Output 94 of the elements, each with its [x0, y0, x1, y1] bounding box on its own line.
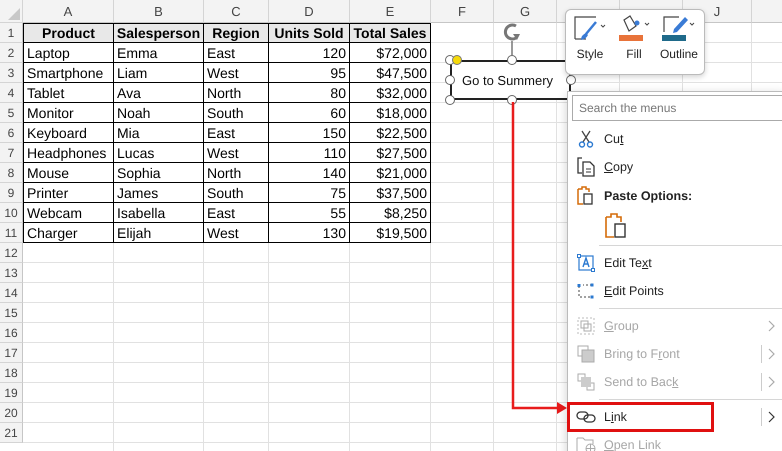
table-cell: 55 [269, 203, 350, 223]
column-heading-cell: Salesperson [114, 23, 204, 43]
table-cell: Isabella [114, 203, 204, 223]
row-header[interactable]: 13 [0, 263, 23, 283]
row-header[interactable]: 18 [0, 363, 23, 383]
row-header[interactable]: 6 [0, 123, 23, 143]
column-heading-cell: Units Sold [269, 23, 350, 43]
text-box-shape[interactable]: Go to Summery [450, 60, 571, 100]
table-cell: $27,500 [350, 143, 431, 163]
table-cell: Lucas [114, 143, 204, 163]
table-cell: $19,500 [350, 223, 431, 243]
menu-item[interactable]: Edit Text [568, 249, 782, 277]
menu-item[interactable]: Link [568, 403, 782, 431]
column-heading-cell: Region [204, 23, 269, 43]
table-cell: Mouse [23, 163, 114, 183]
row-header[interactable]: 19 [0, 383, 23, 403]
table-cell: Mia [114, 123, 204, 143]
table-cell: Printer [23, 183, 114, 203]
table-cell: $32,000 [350, 83, 431, 103]
row-header[interactable]: 11 [0, 223, 23, 243]
table-cell: North [204, 83, 269, 103]
row-header[interactable]: 20 [0, 403, 23, 423]
table-cell: Sophia [114, 163, 204, 183]
table-cell: Tablet [23, 83, 114, 103]
column-header[interactable]: G [494, 0, 557, 23]
column-heading-cell: Product [23, 23, 114, 43]
table-cell: 140 [269, 163, 350, 183]
table-cell: Ava [114, 83, 204, 103]
style-button[interactable]: Style [570, 14, 610, 70]
table-cell: Emma [114, 43, 204, 63]
table-cell: 60 [269, 103, 350, 123]
table-cell: Charger [23, 223, 114, 243]
table-cell: South [204, 183, 269, 203]
table-cell: East [204, 43, 269, 63]
table-cell: $72,000 [350, 43, 431, 63]
menu-item[interactable]: Edit Points [568, 277, 782, 305]
table-cell: West [204, 143, 269, 163]
column-header[interactable]: A [23, 0, 114, 23]
row-header[interactable]: 4 [0, 83, 23, 103]
row-header[interactable]: 2 [0, 43, 23, 63]
row-header[interactable]: 15 [0, 303, 23, 323]
table-cell: Liam [114, 63, 204, 83]
column-header[interactable]: C [204, 0, 269, 23]
table-cell: $47,500 [350, 63, 431, 83]
table-cell: West [204, 63, 269, 83]
table-cell: 95 [269, 63, 350, 83]
column-header[interactable]: B [114, 0, 204, 23]
table-cell: $37,500 [350, 183, 431, 203]
table-cell: Monitor [23, 103, 114, 123]
table-cell: Keyboard [23, 123, 114, 143]
section-heading: Paste Options: [604, 188, 692, 202]
table-cell: Elijah [114, 223, 204, 243]
row-header[interactable]: 16 [0, 323, 23, 343]
row-header[interactable]: 1 [0, 23, 23, 43]
table-cell: West [204, 223, 269, 243]
menu-item[interactable]: Copy [568, 153, 782, 181]
row-header[interactable]: 12 [0, 243, 23, 263]
table-cell: Headphones [23, 143, 114, 163]
column-header[interactable]: E [350, 0, 431, 23]
table-cell: $21,000 [350, 163, 431, 183]
table-cell: South [204, 103, 269, 123]
row-header[interactable]: 21 [0, 423, 23, 443]
table-cell: Smartphone [23, 63, 114, 83]
row-header[interactable]: 5 [0, 103, 23, 123]
column-heading-cell: Total Sales [350, 23, 431, 43]
column-header[interactable]: D [269, 0, 350, 23]
table-cell: 110 [269, 143, 350, 163]
row-header[interactable]: 14 [0, 283, 23, 303]
table-cell: East [204, 203, 269, 223]
table-cell: 120 [269, 43, 350, 63]
column-header[interactable]: F [431, 0, 494, 23]
row-header[interactable]: 9 [0, 183, 23, 203]
table-cell: Webcam [23, 203, 114, 223]
table-cell: 80 [269, 83, 350, 103]
table-cell: $18,000 [350, 103, 431, 123]
row-header[interactable]: 17 [0, 343, 23, 363]
table-cell: Noah [114, 103, 204, 123]
table-cell: $8,250 [350, 203, 431, 223]
shape-text: Go to Summery [462, 72, 554, 88]
row-header[interactable]: 8 [0, 163, 23, 183]
row-header[interactable]: 3 [0, 63, 23, 83]
table-cell: James [114, 183, 204, 203]
table-cell: 75 [269, 183, 350, 203]
menu-item[interactable]: Cut [568, 125, 782, 153]
row-header[interactable]: 10 [0, 203, 23, 223]
table-cell: $22,500 [350, 123, 431, 143]
search-field[interactable]: Search the menus [572, 95, 782, 121]
table-cell: East [204, 123, 269, 143]
fill-button[interactable]: Fill [614, 14, 654, 70]
table-cell: North [204, 163, 269, 183]
row-header[interactable]: 7 [0, 143, 23, 163]
table-cell: Laptop [23, 43, 114, 63]
table-cell: 150 [269, 123, 350, 143]
table-cell: 130 [269, 223, 350, 243]
